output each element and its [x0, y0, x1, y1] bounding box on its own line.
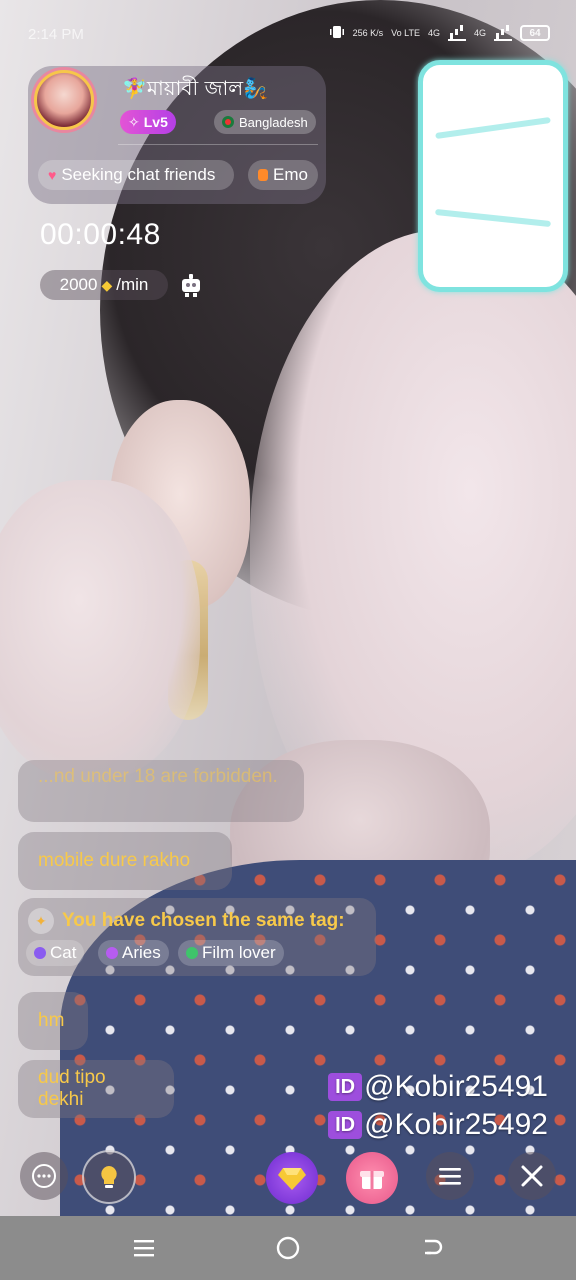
volte-label: Vo LTE [391, 27, 420, 38]
recent-apps-button[interactable] [130, 1234, 158, 1262]
same-tag-header: ✦ You have chosen the same tag: [28, 908, 345, 934]
tag-pill-film: Film lover [178, 940, 284, 966]
card-divider [118, 144, 318, 145]
status-bar: 2:14 PM 256 K/s Vo LTE 4G 4G 64 [0, 22, 576, 50]
battery-icon: 64 [520, 25, 550, 41]
id-watermark: ID @Kobir25491 ID @Kobir25492 [328, 1068, 548, 1144]
home-icon [276, 1236, 300, 1260]
id-text: @Kobir25491 [364, 1070, 548, 1103]
call-timer: 00:00:48 [40, 218, 161, 251]
rate-chip: 2000 ◆ /min [40, 270, 168, 300]
signal-icon [447, 25, 466, 41]
gift-icon [360, 1171, 384, 1189]
chat-icon [32, 1164, 56, 1188]
robot-icon[interactable] [178, 272, 204, 298]
level-badge: ✧ Lv5 [120, 110, 176, 134]
chat-message: dud tipo dekhi [18, 1060, 174, 1118]
home-button[interactable] [274, 1234, 302, 1262]
self-preview-window[interactable] [418, 60, 568, 292]
host-tag-chip: ♥ Seeking chat friends [38, 160, 234, 190]
bulb-icon: ✦ [28, 908, 54, 934]
host-info-card[interactable]: 🧚‍♀️মায়াবী জাল🧞 ✧ Lv5 Bangladesh ♥ Seek… [28, 66, 326, 204]
same-tag-title: You have chosen the same tag: [62, 910, 345, 931]
video-hand [0, 480, 200, 780]
back-button[interactable] [418, 1234, 446, 1262]
country-text: Bangladesh [239, 114, 308, 130]
same-tag-message: ✦ You have chosen the same tag: Cat Arie… [18, 898, 376, 976]
gift-button[interactable] [346, 1152, 398, 1204]
recharge-button[interactable] [266, 1152, 318, 1204]
id-badge-icon: ID [328, 1073, 363, 1101]
chat-button[interactable] [20, 1152, 68, 1200]
bulb-icon [101, 1166, 117, 1188]
rate-unit: /min [116, 275, 149, 294]
back-icon [425, 1239, 443, 1255]
status-icons: 256 K/s Vo LTE 4G 4G 64 [329, 24, 550, 42]
signal-icon-2 [494, 25, 512, 41]
host-tag-chip: Emo [248, 160, 318, 190]
menu-button[interactable] [426, 1152, 474, 1200]
vibrate-icon [329, 24, 345, 42]
diamond-icon: ◆ [101, 276, 113, 293]
emo-tag-icon [258, 169, 269, 181]
hint-button[interactable] [82, 1150, 136, 1204]
id-text: @Kobir25492 [364, 1108, 548, 1141]
level-text: Lv5 [143, 114, 168, 130]
bangladesh-flag-icon [222, 116, 234, 128]
tag-pill-label: Film lover [202, 943, 276, 962]
tag-pill-aries: Aries [98, 940, 169, 966]
status-time: 2:14 PM [28, 26, 84, 43]
id-line: ID @Kobir25491 [328, 1068, 548, 1106]
aries-icon [106, 947, 118, 959]
host-name: 🧚‍♀️মায়াবী জাল🧞 [122, 76, 269, 100]
close-icon [521, 1165, 543, 1187]
net-type-1: 4G [427, 28, 440, 38]
tag-pill-cat: Cat [26, 940, 85, 966]
chat-message: hm [18, 992, 88, 1050]
end-call-button[interactable] [508, 1152, 556, 1200]
heart-icon: ♥ [48, 167, 57, 183]
country-chip: Bangladesh [214, 110, 316, 134]
recent-apps-icon [134, 1240, 154, 1257]
level-icon: ✧ [128, 113, 140, 130]
menu-icon [439, 1168, 461, 1185]
id-line: ID @Kobir25492 [328, 1106, 548, 1144]
net-type-2: 4G [473, 28, 486, 38]
system-nav-bar [0, 1216, 576, 1280]
tag-pill-label: Aries [122, 943, 161, 962]
diamond-icon [278, 1168, 306, 1190]
cat-icon [34, 947, 46, 959]
rate-value: 2000 [59, 275, 98, 294]
host-tag-label: Seeking chat friends [61, 165, 216, 184]
host-tag-label: Emo [273, 165, 308, 184]
host-avatar[interactable] [34, 70, 94, 130]
id-badge-icon: ID [328, 1111, 363, 1139]
film-icon [186, 947, 198, 959]
network-speed: 256 K/s [352, 27, 384, 38]
tag-pill-label: Cat [50, 943, 77, 962]
chat-message: mobile dure rakho [18, 832, 232, 890]
chat-system-warning: ...nd under 18 are forbidden. [18, 760, 304, 822]
